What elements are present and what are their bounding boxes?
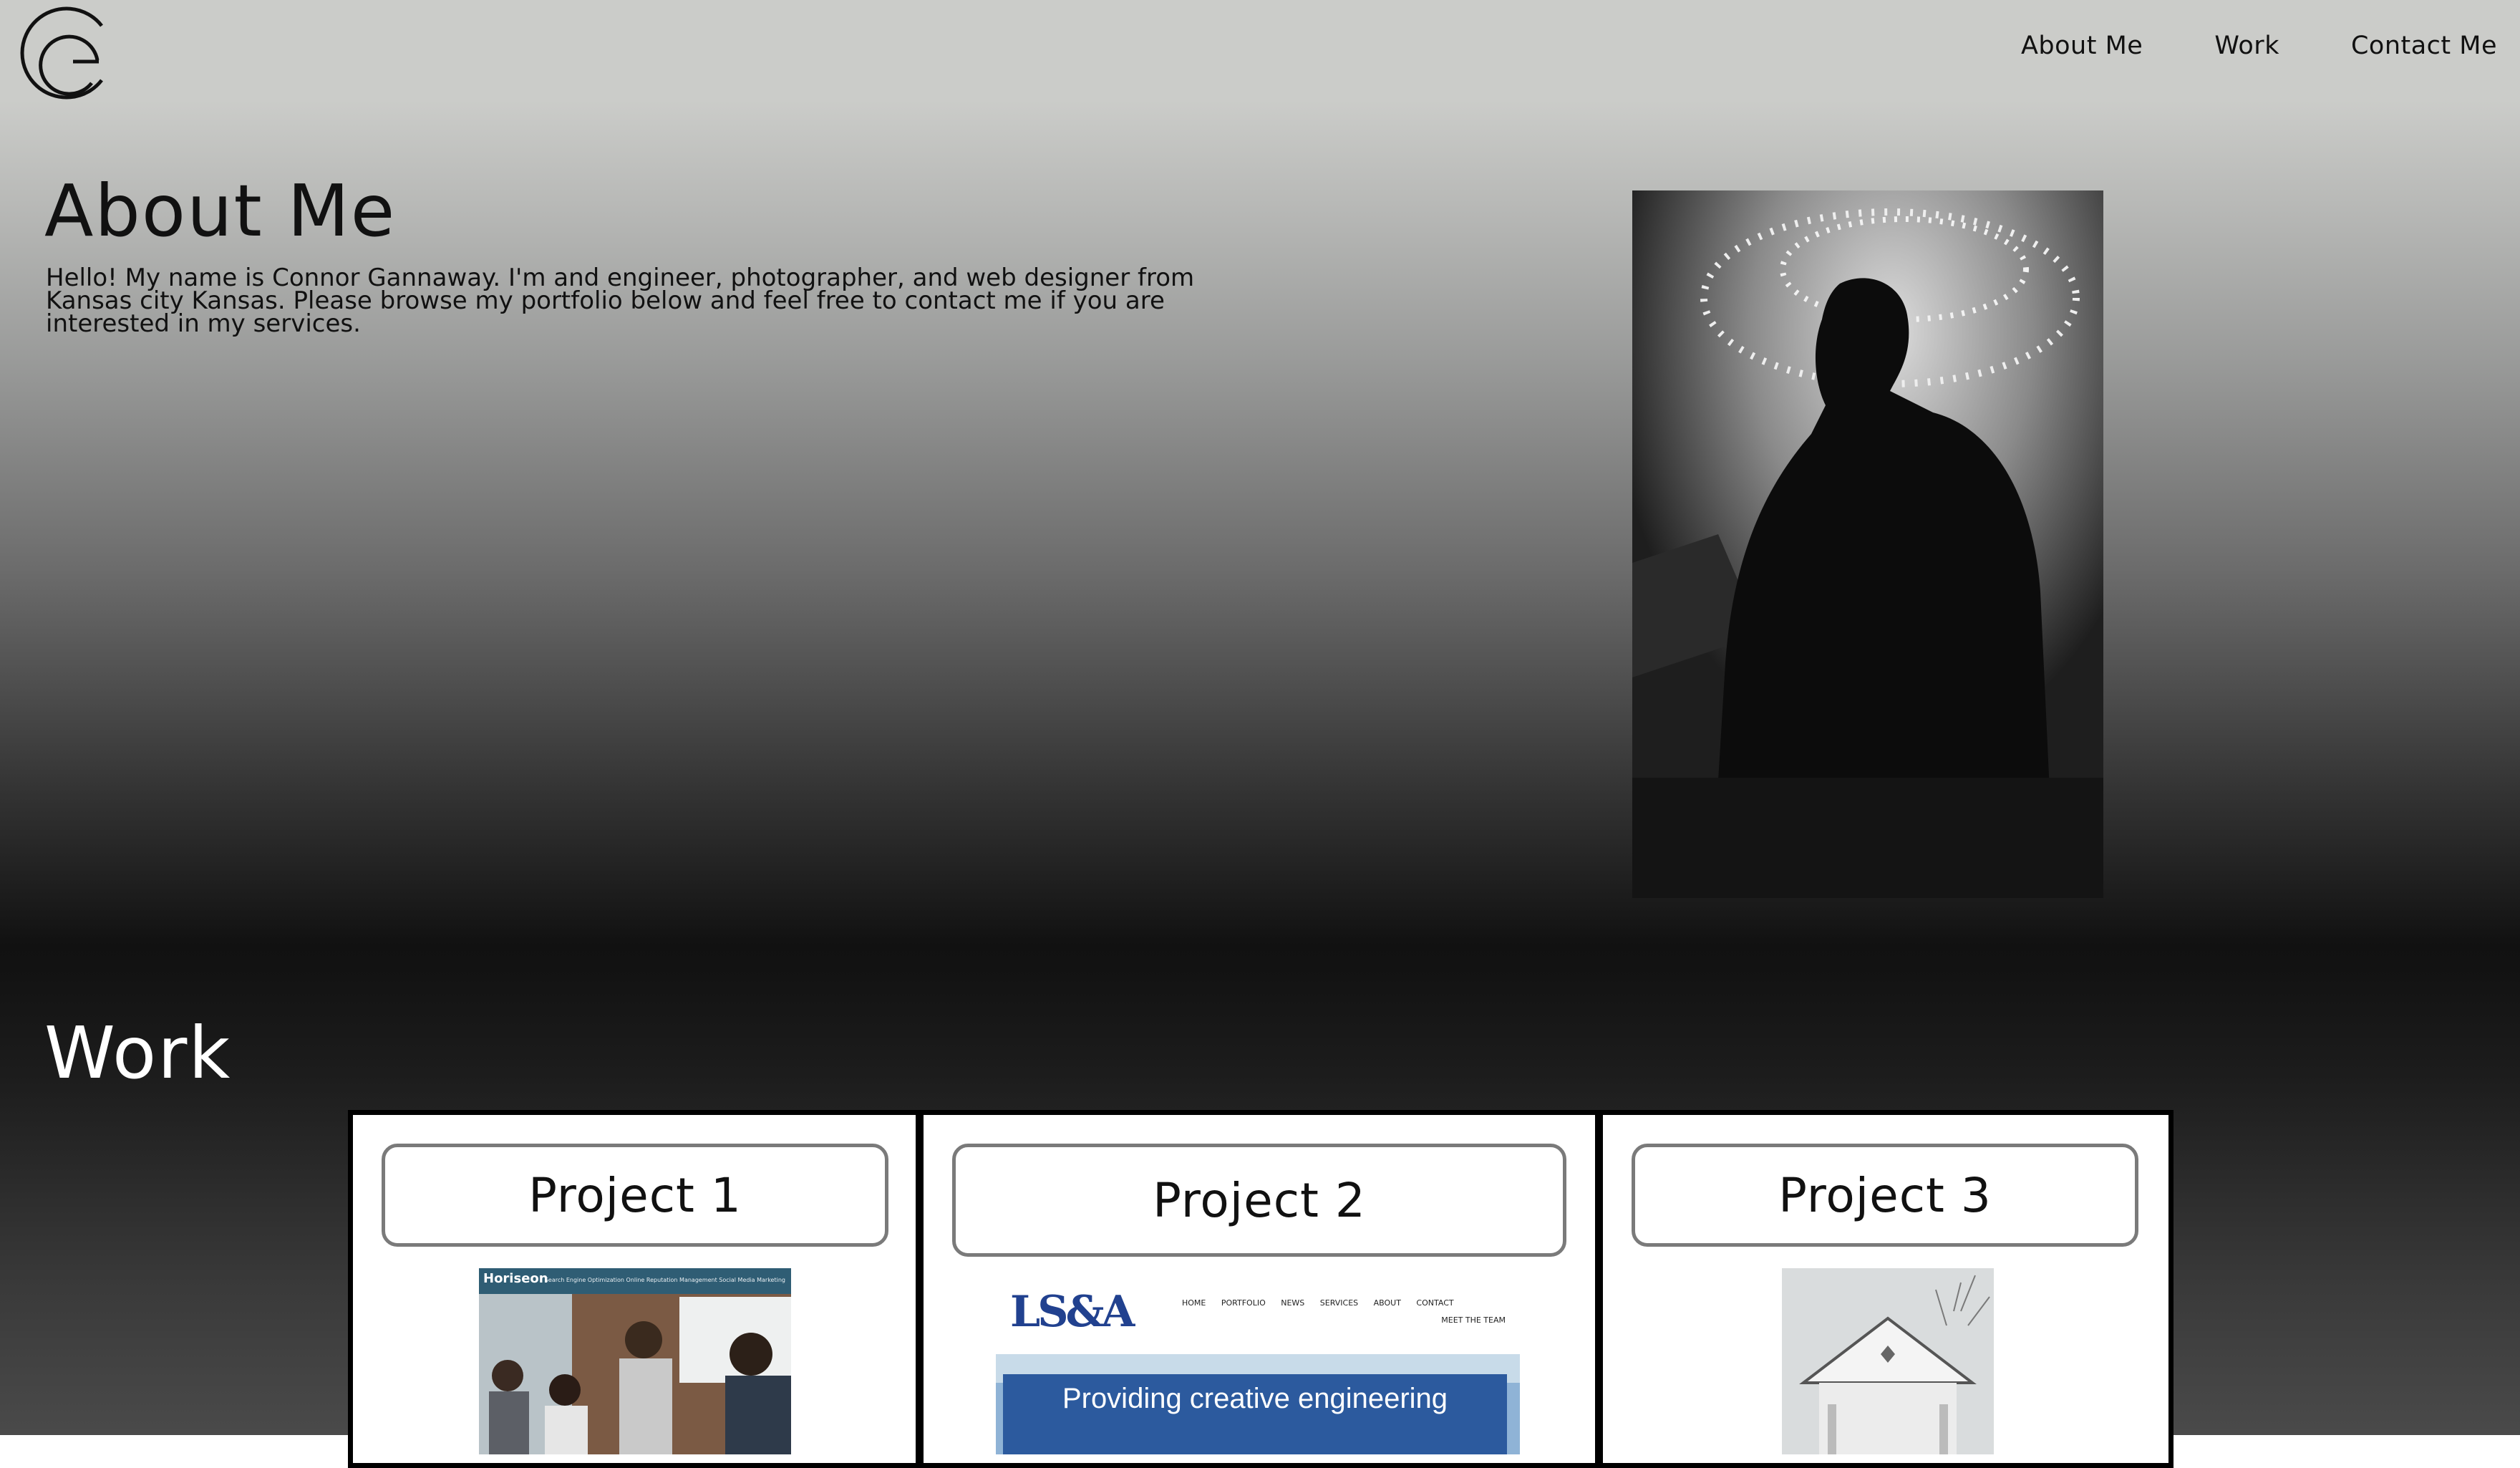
portrait-photo — [1632, 190, 2103, 898]
nav-contact-me[interactable]: Contact Me — [2351, 32, 2497, 60]
project-3-label[interactable]: Project 3 — [1632, 1144, 2138, 1247]
about-heading: About Me — [44, 169, 397, 253]
project-1-nav-links: Search Engine Optimization Online Reputa… — [544, 1277, 785, 1283]
nav-work[interactable]: Work — [2214, 32, 2279, 60]
project-1-header-bar: Horiseon Search Engine Optimization Onli… — [479, 1268, 791, 1294]
work-heading: Work — [44, 1011, 232, 1095]
project-1-thumbnail[interactable]: Horiseon Search Engine Optimization Onli… — [479, 1268, 791, 1454]
project-2-thumbnail[interactable]: LS&A HOME PORTFOLIO NEWS SERVICES ABOUT … — [996, 1283, 1520, 1454]
project-3-thumbnail[interactable] — [1782, 1268, 1994, 1454]
project-2-banner: Providing creative engineering — [1003, 1374, 1507, 1454]
project-card-3[interactable]: Project 3 — [1598, 1110, 2174, 1468]
project-1-brand: Horiseon — [483, 1271, 548, 1286]
project-1-label[interactable]: Project 1 — [382, 1144, 888, 1247]
project-card-1[interactable]: Project 1 Horiseon Search Engine Optimiz… — [348, 1110, 921, 1468]
project-2-label[interactable]: Project 2 — [952, 1144, 1566, 1257]
cg-logo-icon[interactable] — [13, 4, 110, 102]
page: About Me Work Contact Me About Me Hello!… — [0, 0, 2520, 1468]
about-paragraph: Hello! My name is Connor Gannaway. I'm a… — [46, 264, 1195, 338]
main-nav: About Me Work Contact Me — [2021, 32, 2497, 60]
project-card-2[interactable]: Project 2 LS&A HOME PORTFOLIO NEWS SERVI… — [919, 1110, 1600, 1468]
nav-about-me[interactable]: About Me — [2021, 32, 2143, 60]
project-2-banner-text: Providing creative engineering — [1062, 1383, 1448, 1414]
